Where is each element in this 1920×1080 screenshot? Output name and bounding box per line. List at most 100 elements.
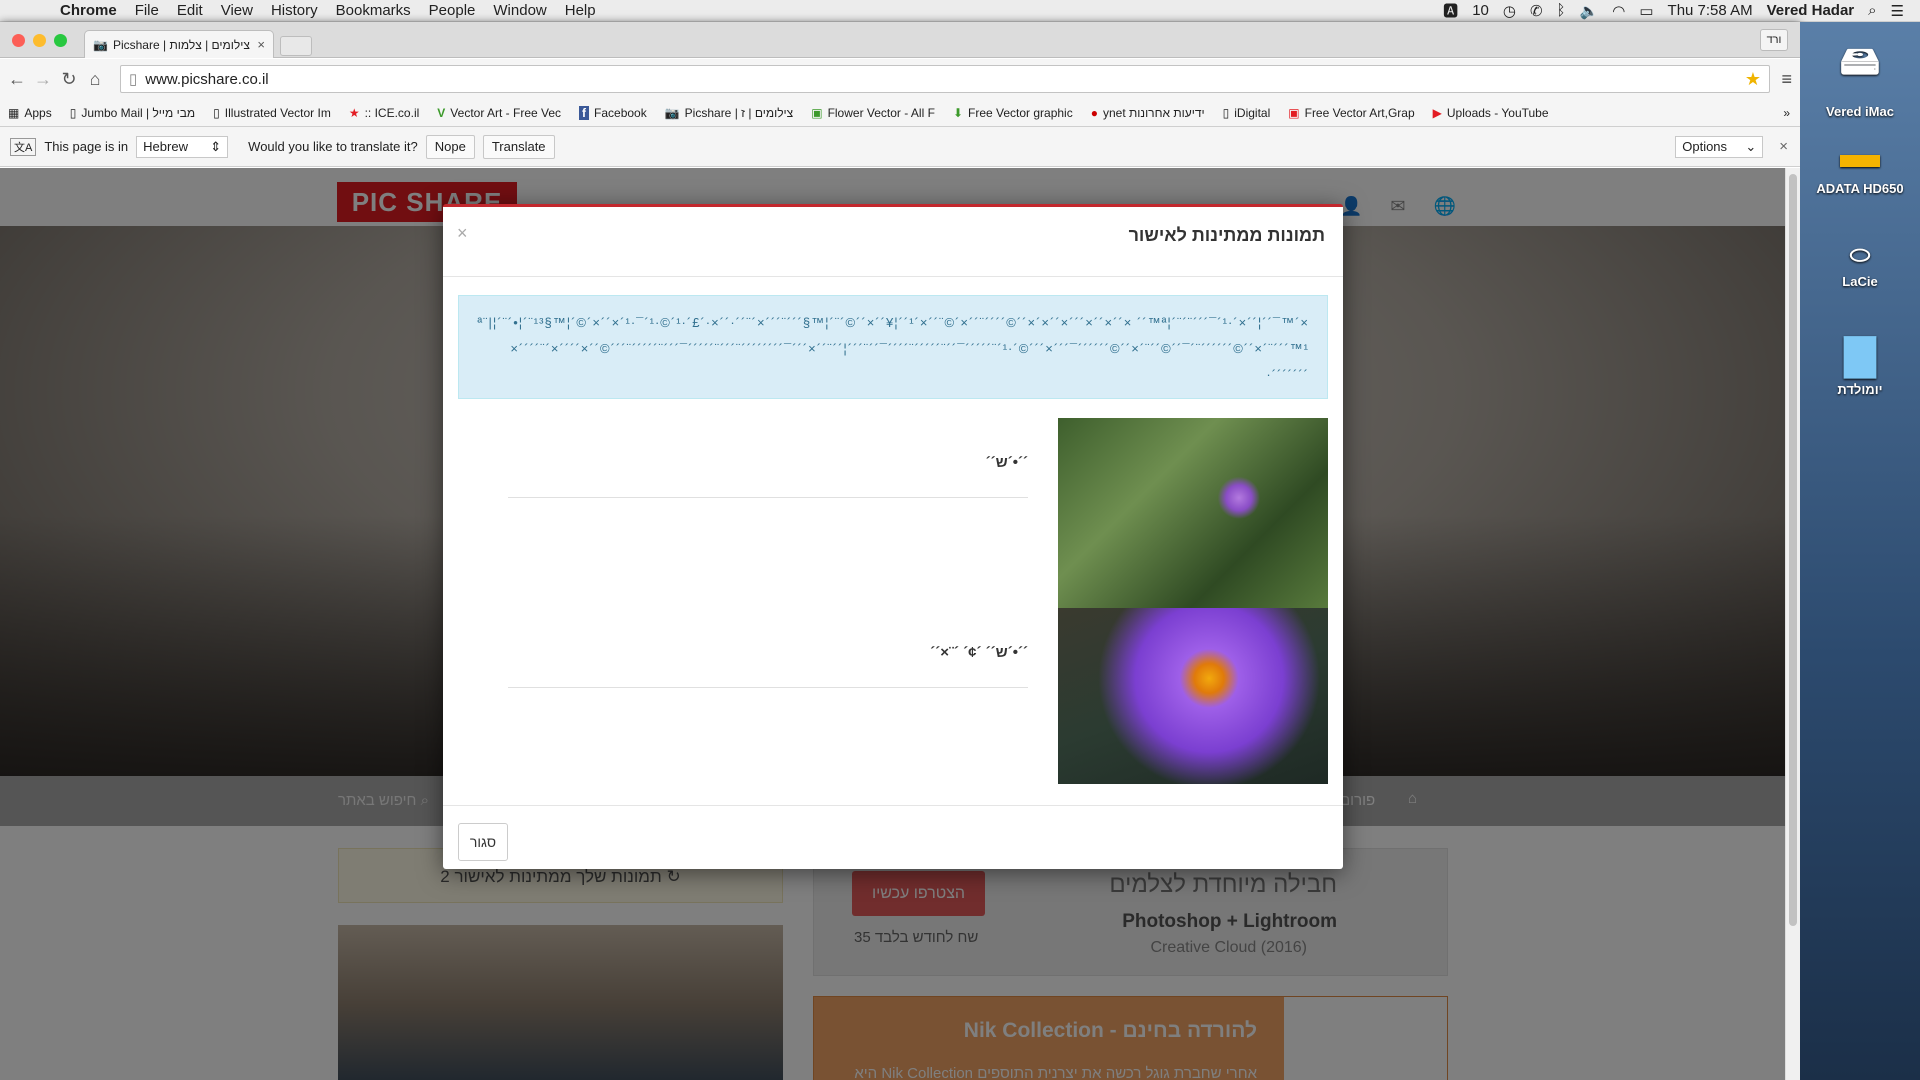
translate-button[interactable]: Translate (482, 134, 555, 159)
menu-bookmarks[interactable]: Bookmarks (336, 2, 411, 19)
bookmark-item[interactable]: ▶ Uploads - YouTube (1433, 106, 1549, 120)
select-arrows-icon: ⇕ (210, 138, 222, 154)
spotlight-search-icon[interactable]: ⌕ (1868, 2, 1876, 19)
time-machine-icon[interactable]: ◷ (1503, 2, 1516, 20)
page-scrollbar[interactable] (1785, 168, 1800, 1080)
menu-people[interactable]: People (429, 2, 476, 19)
bookmark-item[interactable]: ▦ Apps (8, 106, 52, 120)
home-icon[interactable]: ⌂ (82, 69, 108, 90)
ynet-icon: ● (1090, 105, 1098, 120)
pending-photo-2[interactable] (1058, 608, 1328, 784)
back-arrow-icon[interactable]: ← (4, 69, 30, 90)
vector-icon: V (437, 105, 446, 120)
tab-strip: 📷 Picshare | צילומים | צלמות × ורד (0, 22, 1800, 58)
options-label: Options (1682, 139, 1728, 154)
bookmark-item[interactable]: ● ynet ידיעות אחרונות (1091, 106, 1205, 120)
translate-bar: 文A This page is in Hebrew ⇕ Would you lik… (0, 127, 1800, 167)
desktop: 🖴 Vered iMac ▬ ADATA HD650 ⬭ LaCie ▇ יומולדת (1800, 22, 1920, 1080)
volume-icon[interactable]: 🔈 (1580, 2, 1599, 20)
favicon-camera-icon: 📷 (93, 37, 108, 52)
address-bar[interactable]: ▯ www.picshare.co.il ★ (120, 65, 1770, 93)
divider (508, 497, 1028, 498)
scrollbar-thumb[interactable] (1789, 174, 1797, 926)
phone-icon[interactable]: ✆ (1530, 2, 1543, 20)
desktop-icon-label: LaCie (1842, 274, 1878, 289)
close-button[interactable]: סגור (458, 823, 508, 861)
maximize-window-icon[interactable] (54, 34, 67, 47)
close-window-icon[interactable] (12, 34, 25, 47)
user-name[interactable]: Vered Hadar (1767, 2, 1855, 19)
folder-icon: ▇ (1844, 333, 1876, 377)
forward-arrow-icon[interactable]: → (30, 69, 56, 90)
bookmark-label: Jumbo Mail | מבי מייל (81, 105, 196, 120)
divider (508, 687, 1028, 688)
pending-photo-1[interactable] (1058, 418, 1328, 608)
wifi-icon[interactable]: ◠ (1612, 2, 1625, 20)
bookmark-item[interactable]: ▣ Free Vector Art,Grap (1288, 106, 1414, 120)
more-bookmarks-button[interactable]: » (1783, 106, 1800, 120)
facebook-icon: f (579, 105, 590, 120)
new-tab-button[interactable] (280, 36, 312, 56)
bookmark-item[interactable]: ▯ Jumbo Mail | מבי מייל (70, 106, 195, 120)
chevron-down-icon: ⌄ (1745, 138, 1757, 154)
profile-button[interactable]: ורד (1760, 29, 1788, 51)
menu-app-name[interactable]: Chrome (60, 2, 117, 19)
menu-view[interactable]: View (221, 2, 253, 19)
menu-help[interactable]: Help (565, 2, 596, 19)
bookmark-item[interactable]: f Facebook (579, 105, 647, 120)
status-count: 10 (1472, 2, 1489, 19)
menu-history[interactable]: History (271, 2, 318, 19)
download-icon: ⬇ (952, 105, 963, 120)
bookmark-label: Free Vector graphic (968, 105, 1073, 120)
menu-file[interactable]: File (135, 2, 159, 19)
bookmarks-bar: ▦ Apps ▯ Jumbo Mail | מבי מייל ▯ Illustrate… (0, 99, 1800, 127)
browser-toolbar: ← → ↻ ⌂ ▯ www.picshare.co.il ★ ≡ (0, 59, 1800, 99)
notification-center-icon[interactable]: ☰ (1891, 2, 1904, 20)
clock[interactable]: Thu 7:58 AM (1668, 2, 1753, 19)
translate-question: Would you like to translate it? (248, 139, 418, 154)
menu-window[interactable]: Window (493, 2, 546, 19)
tab-picshare[interactable]: 📷 Picshare | צילומים | צלמות × (84, 30, 274, 58)
bookmark-label: :: ICE.co.il (364, 105, 420, 120)
chrome-menu-icon[interactable]: ≡ (1781, 69, 1792, 90)
bookmark-item[interactable]: 📷 Picshare | צילומים | ז (665, 106, 794, 120)
chrome-window: 📷 Picshare | צילומים | צלמות × ורד ← → ↻… (0, 22, 1800, 1080)
modal-close-icon[interactable]: × (457, 223, 468, 244)
translate-icon: 文A (10, 137, 37, 156)
flag-icon[interactable]: ▭ (1639, 2, 1653, 20)
adobe-icon[interactable]: 🅰 (1443, 0, 1458, 21)
bookmark-item[interactable]: ▯ Illustrated Vector Im (213, 106, 331, 120)
photo-caption-2: ´´•´ש´´ ´¢´ ´¨×´´ (930, 644, 1028, 661)
bookmark-label: Uploads - YouTube (1446, 105, 1549, 120)
bluetooth-icon[interactable]: ᛒ (1557, 2, 1566, 19)
page-icon: ▯ (1222, 105, 1230, 120)
bookmark-item[interactable]: ★:: ICE.co.il (349, 106, 419, 120)
language-select[interactable]: Hebrew ⇕ (136, 135, 229, 158)
bookmark-label: Free Vector Art,Grap (1304, 105, 1415, 120)
tab-close-icon[interactable]: × (257, 37, 265, 52)
page-icon: ▯ (213, 105, 220, 120)
page-icon: ▣ (1288, 105, 1300, 120)
reload-icon[interactable]: ↻ (56, 69, 82, 90)
desktop-icon-label: יומולדת (1837, 382, 1883, 397)
desktop-icon-adata[interactable]: ▬ ADATA HD650 (1800, 132, 1920, 196)
bookmark-item[interactable]: ▯ iDigital (1223, 106, 1271, 120)
bookmark-item[interactable]: V Vector Art - Free Vec (437, 106, 561, 120)
bookmark-item[interactable]: ⬇ Free Vector graphic (953, 106, 1073, 120)
bookmark-label: Illustrated Vector Im (224, 105, 331, 120)
desktop-icon-lacie[interactable]: ⬭ LaCie (1800, 242, 1920, 289)
menubar-status-area: 🅰 10 ◷ ✆ ᛒ 🔈 ◠ ▭ Thu 7:58 AM Vered Hadar… (1443, 0, 1920, 21)
desktop-icon-folder[interactable]: ▇ יומולדת (1800, 332, 1920, 397)
menu-edit[interactable]: Edit (177, 2, 203, 19)
nope-button[interactable]: Nope (425, 134, 475, 159)
minimize-window-icon[interactable] (33, 34, 46, 47)
desktop-icon-imac[interactable]: 🖴 Vered iMac (1800, 32, 1920, 119)
options-select[interactable]: Options ⌄ (1675, 135, 1764, 158)
lacie-drive-icon: ⬭ (1849, 242, 1871, 269)
url-text[interactable]: www.picshare.co.il (145, 71, 268, 88)
bookmark-star-icon[interactable]: ★ (1745, 69, 1761, 90)
youtube-icon: ▶ (1432, 105, 1442, 120)
bookmark-item[interactable]: ▣ Flower Vector - All F (811, 106, 935, 120)
translate-prefix: This page is in (44, 139, 129, 154)
translate-close-icon[interactable]: × (1779, 138, 1788, 155)
